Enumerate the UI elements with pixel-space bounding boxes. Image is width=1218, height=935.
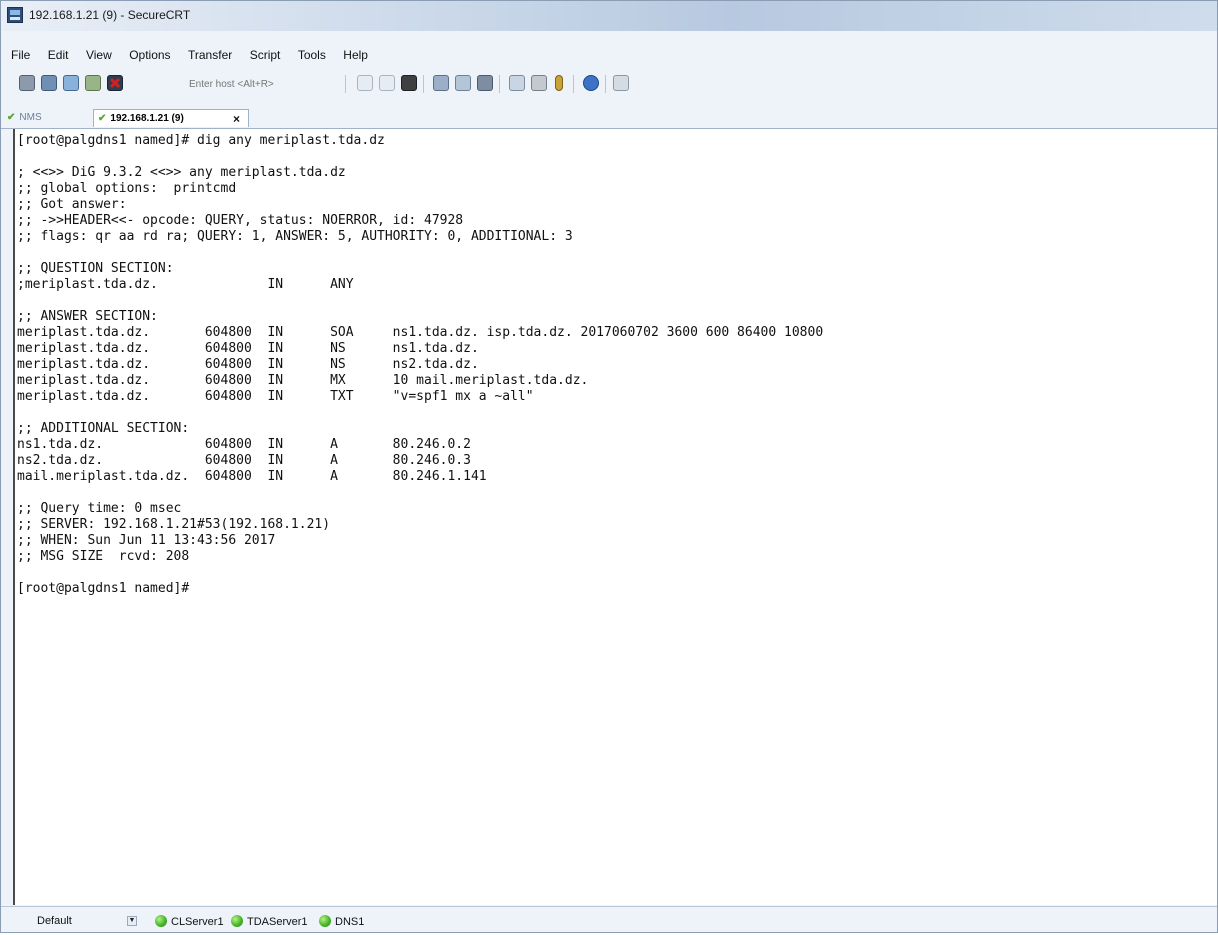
sftp-icon[interactable] (613, 75, 629, 91)
find-icon[interactable] (401, 75, 417, 91)
server-label: TDAServer1 (247, 916, 308, 928)
terminal-line: meriplast.tda.dz. 604800 IN MX 10 mail.m… (17, 373, 589, 388)
toolbar-separator (423, 75, 424, 93)
menu-transfer[interactable]: Transfer (188, 45, 232, 65)
terminal-line: ;; SERVER: 192.168.1.21#53(192.168.1.21) (17, 517, 331, 532)
terminal-line: ;; ->>HEADER<<- opcode: QUERY, status: N… (17, 213, 464, 228)
server-label: DNS1 (335, 916, 365, 928)
server-button-tdaserver1[interactable]: TDAServer1 (231, 915, 308, 928)
menu-view[interactable]: View (86, 45, 112, 65)
host-input[interactable] (187, 75, 319, 93)
paste-icon[interactable] (379, 75, 395, 91)
terminal-line: ;; Got answer: (17, 197, 127, 212)
terminal-line: ;; ANSWER SECTION: (17, 309, 158, 324)
global-options-icon[interactable] (531, 75, 547, 91)
status-ok-icon (155, 915, 167, 927)
button-bar: Default ▼ CLServer1 TDAServer1 DNS1 (1, 906, 1217, 935)
terminal-line: ns1.tda.dz. 604800 IN A 80.246.0.2 (17, 437, 471, 452)
toolbar-separator (605, 75, 606, 93)
server-button-clserver1[interactable]: CLServer1 (155, 915, 224, 928)
terminal-line: ;; global options: printcmd (17, 181, 237, 196)
connect-tab-icon[interactable] (63, 75, 79, 91)
terminal-line: ; <<>> DiG 9.3.2 <<>> any meriplast.tda.… (17, 165, 346, 180)
terminal-line: meriplast.tda.dz. 604800 IN NS ns2.tda.d… (17, 357, 479, 372)
toolbar-separator (345, 75, 346, 93)
quick-connect-icon[interactable] (41, 75, 57, 91)
help-icon[interactable] (583, 75, 599, 91)
button-bar-select[interactable]: Default (37, 915, 72, 927)
status-ok-icon (319, 915, 331, 927)
terminal-line: ;; MSG SIZE rcvd: 208 (17, 549, 190, 564)
terminal-line: mail.meriplast.tda.dz. 604800 IN A 80.24… (17, 469, 487, 484)
tab-192-168-1-21[interactable]: ✔ 192.168.1.21 (9) × (93, 109, 249, 127)
terminal-line: ;; flags: qr aa rd ra; QUERY: 1, ANSWER:… (17, 229, 573, 244)
toolbar (1, 71, 1217, 99)
log-icon[interactable] (477, 75, 493, 91)
menu-options[interactable]: Options (129, 45, 170, 65)
window-title: 192.168.1.21 (9) - SecureCRT (29, 8, 191, 22)
terminal-line: meriplast.tda.dz. 604800 IN NS ns1.tda.d… (17, 341, 479, 356)
terminal-line: [root@palgdns1 named]# dig any meriplast… (17, 133, 385, 148)
keymap-icon[interactable] (555, 75, 563, 91)
terminal-output[interactable]: [root@palgdns1 named]# dig any meriplast… (13, 129, 1217, 905)
terminal-line: ;meriplast.tda.dz. IN ANY (17, 277, 354, 292)
menu-bar: File Edit View Options Transfer Script T… (1, 45, 371, 65)
tab-label: NMS (19, 112, 42, 123)
connected-check-icon: ✔ (7, 112, 16, 123)
toolbar-separator (573, 75, 574, 93)
tab-label: 192.168.1.21 (9) (110, 113, 184, 124)
terminal-line: meriplast.tda.dz. 604800 IN TXT "v=spf1 … (17, 389, 534, 404)
securecrt-window: 192.168.1.21 (9) - SecureCRT File Edit V… (0, 0, 1218, 933)
disconnect-icon[interactable] (107, 75, 123, 91)
print-icon[interactable] (433, 75, 449, 91)
menu-script[interactable]: Script (250, 45, 281, 65)
menu-help[interactable]: Help (343, 45, 368, 65)
terminal-line: ;; QUESTION SECTION: (17, 261, 174, 276)
dropdown-arrow-icon[interactable]: ▼ (127, 916, 137, 926)
title-bar[interactable]: 192.168.1.21 (9) - SecureCRT (1, 1, 1217, 31)
terminal-line: [root@palgdns1 named]# (17, 581, 190, 596)
toolbar-separator (499, 75, 500, 93)
copy-icon[interactable] (357, 75, 373, 91)
menu-edit[interactable]: Edit (48, 45, 69, 65)
securecrt-app-icon (7, 7, 23, 23)
menu-file[interactable]: File (11, 45, 30, 65)
reconnect-icon[interactable] (85, 75, 101, 91)
server-label: CLServer1 (171, 916, 224, 928)
terminal-line: ;; WHEN: Sun Jun 11 13:43:56 2017 (17, 533, 276, 548)
terminal-line: ;; Query time: 0 msec (17, 501, 182, 516)
terminal-line: meriplast.tda.dz. 604800 IN SOA ns1.tda.… (17, 325, 824, 340)
status-ok-icon (231, 915, 243, 927)
connected-check-icon: ✔ (98, 113, 107, 124)
terminal-line: ns2.tda.dz. 604800 IN A 80.246.0.3 (17, 453, 471, 468)
close-tab-icon[interactable]: × (233, 110, 240, 128)
tab-nms[interactable]: ✔ NMS (3, 109, 91, 127)
menu-tools[interactable]: Tools (298, 45, 326, 65)
terminal-line: ;; ADDITIONAL SECTION: (17, 421, 190, 436)
print-setup-icon[interactable] (455, 75, 471, 91)
session-options-icon[interactable] (509, 75, 525, 91)
session-tab-bar: ✔ NMS ✔ 192.168.1.21 (9) × (1, 106, 1217, 129)
connect-icon[interactable] (19, 75, 35, 91)
server-button-dns1[interactable]: DNS1 (319, 915, 364, 928)
